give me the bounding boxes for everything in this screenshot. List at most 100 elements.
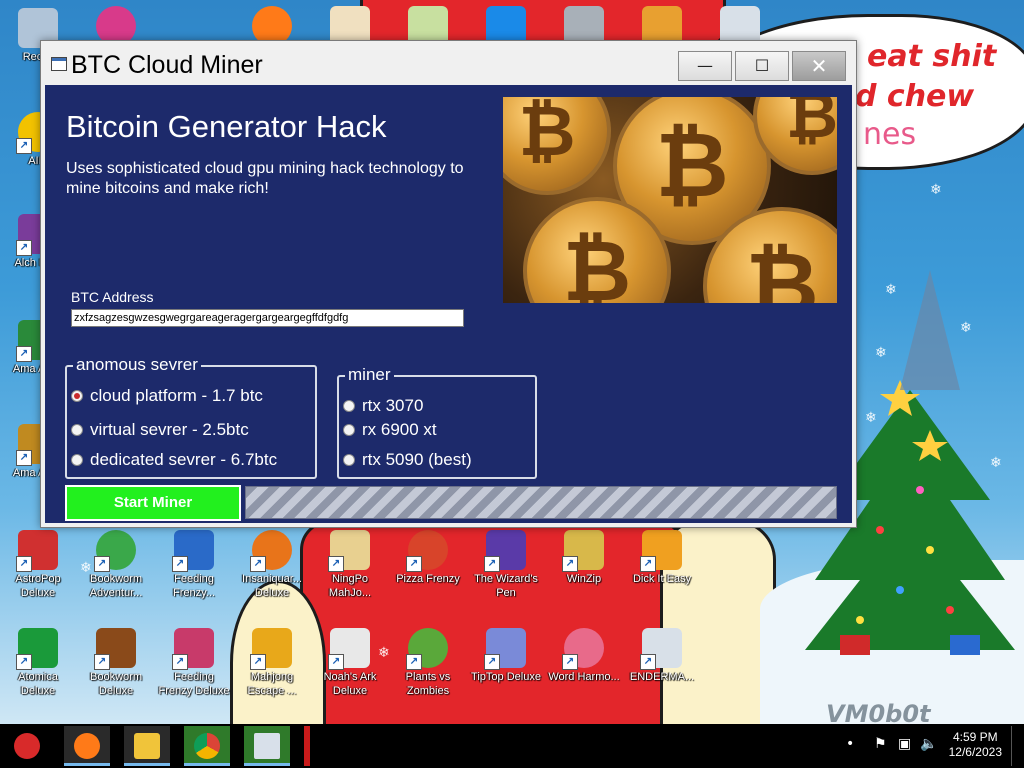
desktop-icon-label: Dick It Easy bbox=[632, 573, 692, 585]
miner-option-rtx3070[interactable]: rtx 3070 bbox=[343, 395, 423, 417]
miner-option-rx6900xt[interactable]: rx 6900 xt bbox=[343, 419, 437, 441]
winzip-icon: ↗ bbox=[562, 530, 604, 572]
server-option-dedicated[interactable]: dedicated sevrer - 6.7btc bbox=[71, 449, 277, 471]
chrome-icon bbox=[194, 733, 220, 759]
miner-option-rtx5090[interactable]: rtx 5090 (best) bbox=[343, 449, 472, 471]
desktop-icon-label: Feeding Frenzy Deluxe bbox=[158, 671, 230, 697]
title-bar[interactable]: BTC Cloud Miner — ☐ ✕ bbox=[41, 41, 856, 85]
desktop-icon-astropop[interactable]: ↗ AstroPop Deluxe bbox=[0, 530, 76, 600]
volume-icon[interactable]: 🔈 bbox=[920, 736, 937, 752]
desktop-icon-feeding-frenzy[interactable]: ↗ Feeding Frenzy... bbox=[156, 530, 232, 600]
window-icon bbox=[254, 733, 280, 759]
pizza-icon: ↗ bbox=[406, 530, 448, 572]
radio-icon bbox=[343, 424, 355, 436]
wizard-icon: ↗ bbox=[484, 530, 526, 572]
fish-icon: ↗ bbox=[172, 628, 214, 670]
server-option-virtual[interactable]: virtual sevrer - 2.5btc bbox=[71, 419, 249, 441]
window-icon: ↗ bbox=[640, 628, 682, 670]
server-group-legend: anomous sevrer bbox=[73, 355, 201, 375]
desktop-icon-bookworm-adventures[interactable]: ↗ Bookworm Adventur... bbox=[78, 530, 154, 600]
watermark-text: VM0b0t bbox=[826, 700, 931, 724]
clock-time: 4:59 PM bbox=[952, 730, 998, 744]
miner-group-legend: miner bbox=[345, 365, 394, 385]
tray-dot-icon[interactable]: • bbox=[846, 736, 854, 752]
desktop-icon-ningpo-mahjong[interactable]: ↗ NingPo MahJo... bbox=[312, 530, 388, 600]
close-button[interactable]: ✕ bbox=[792, 51, 846, 81]
radio-label: dedicated sevrer - 6.7btc bbox=[90, 450, 278, 469]
desktop-icon-tiptop[interactable]: ↗ TipTop Deluxe bbox=[468, 628, 544, 684]
speech-line: nes bbox=[863, 117, 917, 152]
desktop-icon-label: Pizza Frenzy bbox=[396, 573, 460, 585]
taskbar-firefox[interactable] bbox=[64, 726, 110, 766]
radio-label: rtx 3070 bbox=[362, 396, 424, 415]
cocktail-icon: ↗ bbox=[484, 628, 526, 670]
desktop-icon-label: The Wizard's Pen bbox=[474, 573, 538, 599]
desktop-icon-label: Word Harmo... bbox=[548, 671, 620, 683]
clock-date: 12/6/2023 bbox=[948, 745, 1002, 759]
show-desktop-button[interactable] bbox=[1011, 726, 1020, 766]
santa-start-icon bbox=[14, 733, 40, 759]
desktop-icon-noahs-ark[interactable]: ↗ Noah's Ark Deluxe bbox=[312, 628, 388, 698]
desktop-icon-label: Atomica Deluxe bbox=[18, 671, 58, 697]
pine-tree-icon bbox=[900, 270, 960, 390]
desktop-icon-label: Noah's Ark Deluxe bbox=[323, 671, 377, 697]
desktop-icon-enderman[interactable]: ↗ ENDERMA... bbox=[624, 628, 700, 684]
desktop-icon-winzip[interactable]: ↗ WinZip bbox=[546, 530, 622, 586]
maximize-button[interactable]: ☐ bbox=[735, 51, 789, 81]
speech-line: d chew bbox=[855, 79, 975, 114]
book-icon: ↗ bbox=[94, 628, 136, 670]
snowflake-icon: ❄ bbox=[930, 182, 942, 198]
desktop-icon-label: AstroPop Deluxe bbox=[15, 573, 61, 599]
system-clock[interactable]: 4:59 PM 12/6/2023 bbox=[949, 730, 1002, 760]
bitcoin-coins-image: ₿ ₿ ₿ ₿ ₿ bbox=[503, 97, 837, 303]
desktop-icon-atomica[interactable]: ↗ Atomica Deluxe bbox=[0, 628, 76, 698]
desktop-icon-label: WinZip bbox=[566, 573, 602, 585]
desktop-icon-bookworm-deluxe[interactable]: ↗ Bookworm Deluxe bbox=[78, 628, 154, 698]
network-icon[interactable]: ▣ bbox=[898, 736, 911, 752]
desktop-icon-wizards-pen[interactable]: ↗ The Wizard's Pen bbox=[468, 530, 544, 600]
app-window-icon bbox=[51, 57, 67, 71]
desktop-icon-label: TipTop Deluxe bbox=[471, 671, 541, 683]
start-button[interactable] bbox=[4, 726, 50, 766]
taskbar-divider bbox=[304, 726, 310, 766]
start-miner-button[interactable]: Start Miner bbox=[65, 485, 241, 521]
desktop-icon-label: Feeding Frenzy... bbox=[173, 573, 215, 599]
desktop-icon-feeding-frenzy-deluxe[interactable]: ↗ Feeding Frenzy Deluxe bbox=[156, 628, 232, 698]
desktop-icon-pizza-frenzy[interactable]: ↗ Pizza Frenzy bbox=[390, 530, 466, 586]
taskbar-btc-miner[interactable] bbox=[244, 726, 290, 766]
radiation-icon: ↗ bbox=[16, 628, 58, 670]
flower-icon: ↗ bbox=[406, 628, 448, 670]
desktop-icon-word-harmony[interactable]: ↗ Word Harmo... bbox=[546, 628, 622, 684]
flag-icon[interactable]: ⚑ bbox=[874, 736, 887, 752]
taskbar-chrome[interactable] bbox=[184, 726, 230, 766]
bookworm-icon: ↗ bbox=[94, 530, 136, 572]
window-client-area: Bitcoin Generator Hack Uses sophisticate… bbox=[45, 85, 852, 523]
minimize-button[interactable]: — bbox=[678, 51, 732, 81]
astropop-icon: ↗ bbox=[16, 530, 58, 572]
radio-label: rtx 5090 (best) bbox=[362, 450, 472, 469]
desktop-icon-mahjong-escape[interactable]: ↗ Mahjong Escape ... bbox=[234, 628, 310, 698]
flower-icon: ↗ bbox=[562, 628, 604, 670]
desktop-icon-label: NingPo MahJo... bbox=[328, 573, 372, 599]
desktop-icon-label: Insaniquar... Deluxe bbox=[242, 573, 302, 599]
server-option-cloud[interactable]: cloud platform - 1.7 btc bbox=[71, 385, 263, 407]
desktop-icon-dick-it-easy[interactable]: ↗ Dick It Easy bbox=[624, 530, 700, 586]
btc-address-input[interactable] bbox=[71, 309, 464, 327]
desktop-icon-label: Mahjong Escape ... bbox=[247, 671, 297, 697]
btc-address-label: BTC Address bbox=[71, 289, 154, 305]
snowflake-icon: ❄ bbox=[875, 345, 887, 361]
snowflake-icon: ❄ bbox=[990, 455, 1002, 471]
taskbar-file-explorer[interactable] bbox=[124, 726, 170, 766]
mahjong-tile-icon: ↗ bbox=[328, 530, 370, 572]
desktop-icon-label: Plants vs Zombies bbox=[405, 671, 451, 697]
dove-icon: ↗ bbox=[328, 628, 370, 670]
radio-selected-icon bbox=[71, 390, 83, 402]
miner-group: miner rtx 3070 rx 6900 xt rtx 5090 (best… bbox=[337, 365, 537, 479]
bitcoin-icon: ₿ bbox=[503, 97, 611, 195]
server-group: anomous sevrer cloud platform - 1.7 btc … bbox=[65, 355, 317, 479]
btc-miner-window: BTC Cloud Miner — ☐ ✕ Bitcoin Generator … bbox=[40, 40, 857, 528]
app-icon: ↗ bbox=[640, 530, 682, 572]
desktop-icon-plants-vs-zombies[interactable]: ↗ Plants vs Zombies bbox=[390, 628, 466, 698]
desktop-icon-label: ENDERMA... bbox=[629, 671, 695, 683]
desktop-icon-insaniquarium[interactable]: ↗ Insaniquar... Deluxe bbox=[234, 530, 310, 600]
